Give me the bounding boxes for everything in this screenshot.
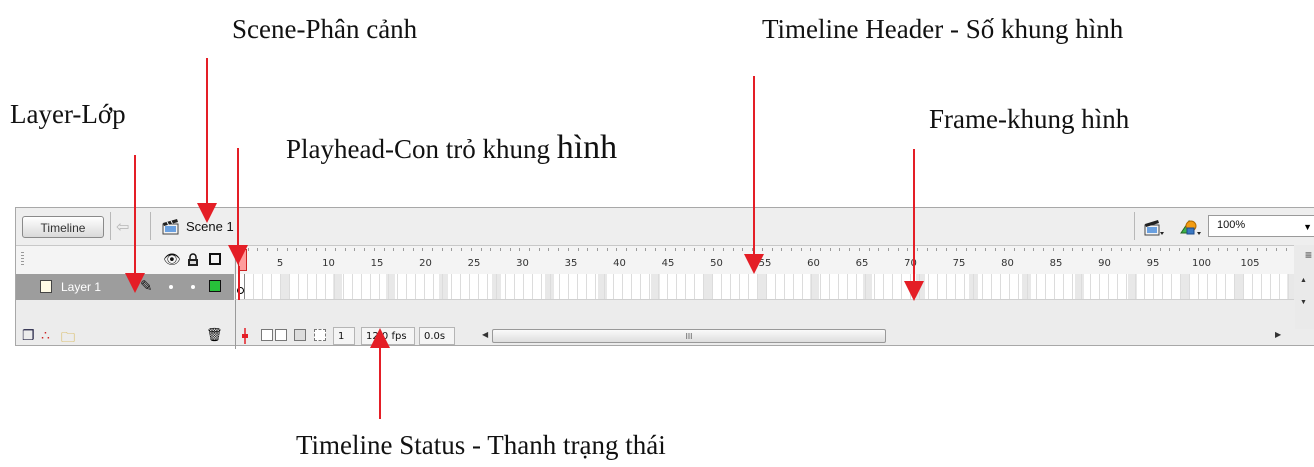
annotation-arrows [125,58,924,419]
